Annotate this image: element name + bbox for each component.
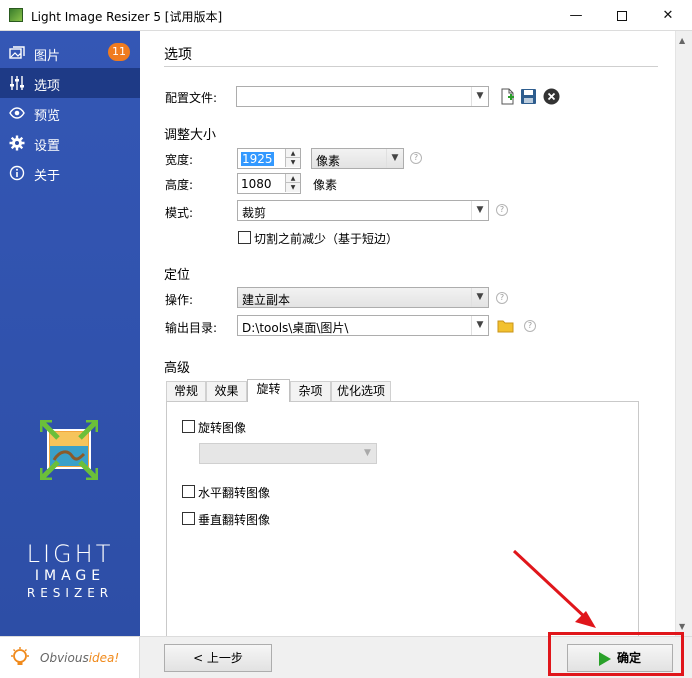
output-folder-label: 输出目录:: [165, 321, 218, 335]
sidebar: 图片 11 选项 预览 设置 关于 LIGHT IMAGE RESIZER: [0, 31, 140, 636]
previous-button[interactable]: < 上一步: [164, 644, 272, 672]
folder-icon[interactable]: [497, 317, 514, 334]
flip-horizontal-checkbox[interactable]: [182, 485, 195, 498]
sidebar-item-preview[interactable]: 预览: [0, 98, 140, 128]
help-icon[interactable]: ?: [496, 204, 508, 216]
reduce-before-crop-label: 切割之前减少（基于短边）: [254, 232, 399, 246]
reduce-before-crop-checkbox[interactable]: [238, 231, 251, 244]
maximize-icon: [617, 10, 627, 21]
sidebar-item-options[interactable]: 选项: [0, 68, 140, 98]
action-value: 建立副本: [242, 293, 291, 307]
action-label: 操作:: [165, 293, 194, 307]
brand-accent: idea!: [88, 651, 120, 665]
brand-prefix: Obvious: [40, 651, 89, 665]
title-divider: [164, 66, 658, 67]
chevron-down-icon: ▼: [364, 448, 371, 458]
advanced-heading: 高级: [164, 361, 191, 376]
brand-footer: Obviousidea!: [0, 636, 140, 678]
save-profile-icon[interactable]: [520, 88, 537, 105]
gear-icon: [9, 135, 25, 151]
scroll-up-icon[interactable]: ▲: [679, 36, 685, 45]
chevron-down-icon: ▼: [471, 288, 488, 307]
flip-horizontal-label: 水平翻转图像: [198, 486, 271, 500]
chevron-down-icon: ▼: [471, 87, 488, 106]
profile-label: 配置文件:: [165, 91, 218, 105]
height-label: 高度:: [165, 178, 194, 192]
brand-name[interactable]: Obviousidea!: [40, 651, 119, 665]
action-select[interactable]: 建立副本 ▼: [237, 287, 489, 308]
images-count-badge: 11: [108, 43, 130, 61]
increment-icon[interactable]: ▲: [285, 149, 300, 158]
resize-heading: 调整大小: [164, 128, 217, 143]
sidebar-item-label: 选项: [34, 79, 61, 94]
decrement-icon[interactable]: ▼: [285, 183, 300, 192]
position-heading: 定位: [164, 268, 191, 283]
increment-icon[interactable]: ▲: [285, 174, 300, 183]
new-profile-icon[interactable]: [499, 88, 516, 105]
width-label: 宽度:: [165, 153, 194, 167]
lightbulb-icon: [11, 647, 29, 665]
flip-vertical-label: 垂直翻转图像: [198, 513, 271, 527]
page-title: 选项: [164, 47, 192, 63]
minimize-button[interactable]: —: [553, 0, 599, 31]
tab-effects[interactable]: 效果: [206, 381, 247, 401]
info-icon: [9, 165, 25, 181]
window-title: Light Image Resizer 5 [试用版本]: [31, 10, 223, 24]
title-bar: Light Image Resizer 5 [试用版本] — ✕: [0, 0, 692, 31]
sidebar-item-about[interactable]: 关于: [0, 158, 140, 188]
annotation-highlight-box: [548, 632, 684, 676]
tab-optimization[interactable]: 优化选项: [331, 381, 391, 401]
tab-misc[interactable]: 杂项: [290, 381, 331, 401]
eye-icon: [9, 107, 25, 119]
tab-general[interactable]: 常规: [166, 381, 206, 401]
flip-vertical-checkbox[interactable]: [182, 512, 195, 525]
width-value: 1925: [241, 152, 274, 166]
logo-text-resizer: RESIZER: [26, 586, 114, 600]
height-unit-label: 像素: [313, 178, 338, 192]
maximize-button[interactable]: [599, 0, 645, 31]
sidebar-item-label: 预览: [34, 109, 61, 124]
images-icon: [9, 46, 25, 59]
mode-label: 模式:: [165, 206, 194, 220]
unit-value: 像素: [316, 154, 341, 168]
help-icon[interactable]: ?: [496, 292, 508, 304]
close-button[interactable]: ✕: [645, 0, 691, 31]
sidebar-item-settings[interactable]: 设置: [0, 128, 140, 158]
chevron-down-icon: ▼: [471, 316, 488, 335]
vertical-scrollbar[interactable]: [675, 31, 692, 636]
sidebar-item-label: 图片: [34, 49, 61, 64]
sidebar-item-label: 设置: [34, 139, 61, 154]
sidebar-item-images[interactable]: 图片 11: [0, 38, 140, 68]
help-icon[interactable]: ?: [524, 320, 536, 332]
app-icon: [9, 8, 23, 22]
logo-text-image: IMAGE: [34, 568, 106, 584]
scroll-down-icon[interactable]: ▼: [679, 622, 685, 631]
profile-select[interactable]: ▼: [236, 86, 489, 107]
mode-value: 裁剪: [242, 206, 267, 220]
help-icon[interactable]: ?: [410, 152, 422, 164]
chevron-down-icon: ▼: [471, 201, 488, 220]
rotate-image-checkbox[interactable]: [182, 420, 195, 433]
chevron-down-icon: ▼: [386, 149, 403, 168]
unit-select[interactable]: 像素 ▼: [311, 148, 404, 169]
output-folder-value: D:\tools\桌面\图片\: [242, 321, 349, 335]
rotation-angle-select[interactable]: ▼: [199, 443, 377, 464]
rotate-image-label: 旋转图像: [198, 421, 247, 435]
logo-text-light: LIGHT: [26, 540, 114, 568]
mode-select[interactable]: 裁剪 ▼: [237, 200, 489, 221]
app-logo-icon: [40, 420, 98, 480]
sliders-icon: [10, 76, 24, 90]
sidebar-item-label: 关于: [34, 169, 61, 184]
height-stepper[interactable]: 1080 ▲ ▼: [237, 173, 301, 194]
delete-profile-icon[interactable]: [543, 88, 560, 105]
decrement-icon[interactable]: ▼: [285, 158, 300, 167]
tab-rotate[interactable]: 旋转: [247, 379, 290, 402]
output-folder-select[interactable]: D:\tools\桌面\图片\ ▼: [237, 315, 489, 336]
height-value: 1080: [241, 177, 272, 191]
width-stepper[interactable]: 1925 ▲ ▼: [237, 148, 301, 169]
